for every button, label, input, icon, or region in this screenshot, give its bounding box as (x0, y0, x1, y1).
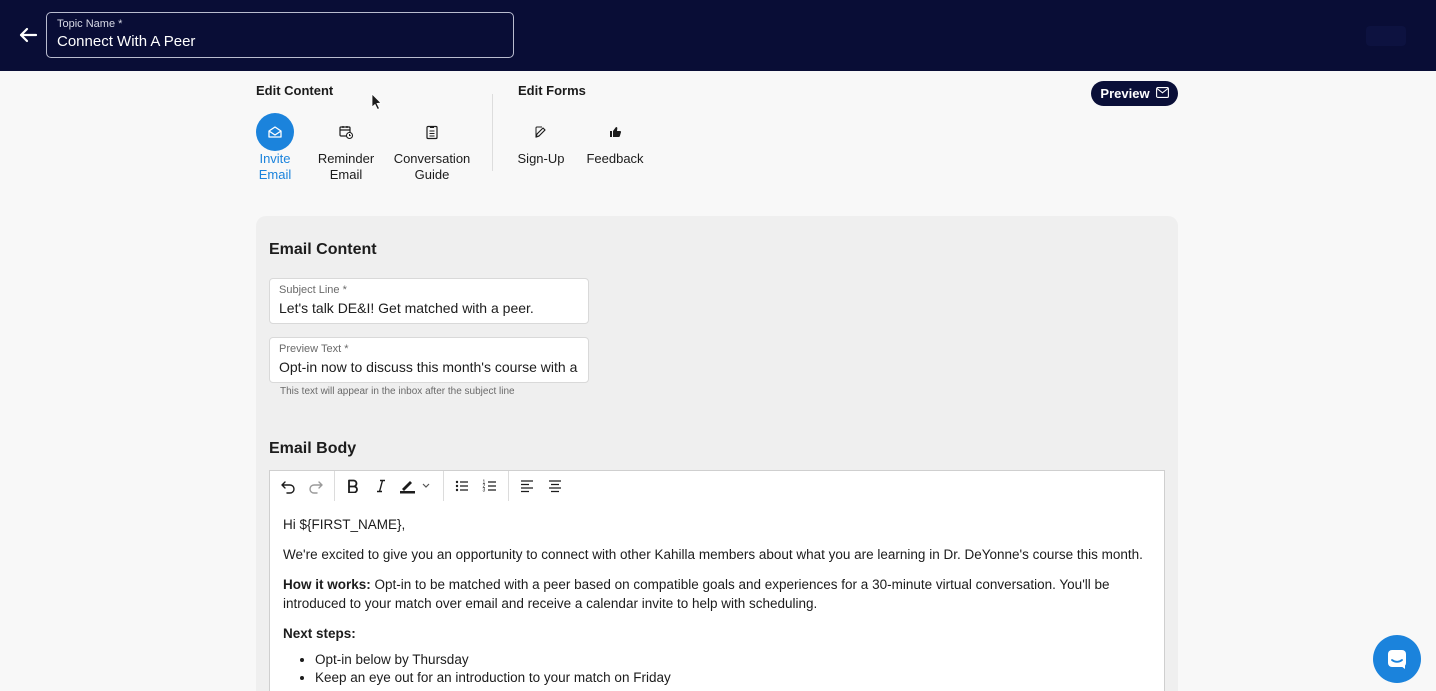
subject-line-value[interactable]: Let's talk DE&I! Get matched with a peer… (279, 300, 534, 316)
subject-line-field[interactable]: Subject Line * Let's talk DE&I! Get matc… (269, 278, 589, 324)
back-arrow-icon[interactable] (16, 22, 42, 48)
email-body-editor[interactable]: Hi ${FIRST_NAME}, We're excited to give … (269, 501, 1165, 691)
history-group (270, 471, 335, 501)
preview-button[interactable]: Preview (1091, 81, 1178, 106)
svg-text:3: 3 (483, 488, 486, 494)
greeting-text: Hi ${FIRST_NAME}, (283, 517, 406, 532)
tab-sign-up[interactable]: Sign-Up (514, 113, 568, 167)
highlight-color-icon[interactable] (397, 474, 437, 498)
email-content-title: Email Content (269, 241, 377, 258)
preview-text-value[interactable]: Opt-in now to discuss this month's cours… (279, 359, 577, 375)
list-item: Opt-in below by Thursday (315, 651, 1151, 669)
format-group (335, 471, 444, 501)
envelope-open-icon (256, 113, 294, 151)
how-it-works-label: How it works: (283, 577, 371, 592)
clipboard-icon (413, 113, 451, 151)
align-center-icon[interactable] (543, 474, 567, 498)
thumbs-up-icon (596, 113, 634, 151)
edit-forms-title: Edit Forms (518, 83, 586, 98)
next-steps-paragraph: Next steps: (283, 624, 1151, 643)
list-item: Keep an eye out for an introduction to y… (315, 669, 1151, 687)
bullet-list-icon[interactable] (450, 474, 474, 498)
tab-label: Email (329, 167, 363, 182)
how-it-works-paragraph: How it works: Opt-in to be matched with … (283, 575, 1151, 613)
italic-icon[interactable] (369, 474, 393, 498)
tab-invite-email[interactable]: Invite Email (252, 113, 298, 183)
preview-text-label: Preview Text * (279, 343, 349, 355)
tab-feedback[interactable]: Feedback (586, 113, 644, 167)
preview-text-helper: This text will appear in the inbox after… (280, 386, 515, 397)
intro-text: We're excited to give you an opportunity… (283, 547, 1143, 562)
tab-reminder-email[interactable]: Reminder Email (316, 113, 376, 183)
topic-name-field[interactable]: Topic Name * Connect With A Peer (46, 12, 514, 58)
preview-button-label: Preview (1100, 86, 1150, 101)
tab-label: Feedback (586, 151, 644, 166)
tab-label: Reminder (317, 151, 375, 166)
undo-icon[interactable] (276, 474, 300, 498)
numbered-list-icon[interactable]: 123 (478, 474, 502, 498)
edit-icon (522, 113, 560, 151)
tab-label: Guide (414, 167, 450, 182)
email-body-title: Email Body (269, 440, 357, 457)
redo-icon[interactable] (304, 474, 328, 498)
tab-label: Sign-Up (517, 151, 565, 166)
tab-label: Email (258, 167, 292, 182)
next-steps-list: Opt-in below by Thursday Keep an eye out… (315, 651, 1151, 687)
calendar-clock-icon (327, 113, 365, 151)
section-divider (492, 94, 493, 171)
bold-icon[interactable] (341, 474, 365, 498)
editor-toolbar: 123 (269, 470, 1165, 502)
align-group (509, 471, 573, 501)
next-steps-label: Next steps: (283, 626, 356, 641)
how-it-works-text: Opt-in to be matched with a peer based o… (283, 577, 1110, 611)
top-bar: Topic Name * Connect With A Peer (0, 0, 1436, 71)
align-left-icon[interactable] (515, 474, 539, 498)
topic-name-value[interactable]: Connect With A Peer (57, 33, 195, 50)
header-menu[interactable] (1366, 26, 1406, 46)
tab-conversation-guide[interactable]: Conversation Guide (393, 113, 471, 183)
preview-text-field[interactable]: Preview Text * Opt-in now to discuss thi… (269, 337, 589, 383)
mail-icon (1155, 86, 1169, 101)
chat-launcher-icon[interactable] (1373, 635, 1421, 683)
tab-label: Invite (259, 151, 291, 166)
list-group: 123 (444, 471, 509, 501)
edit-content-title: Edit Content (256, 83, 334, 98)
topic-name-label: Topic Name * (57, 18, 123, 30)
tab-label: Conversation (393, 151, 471, 166)
mouse-cursor-icon (371, 93, 383, 116)
subject-line-label: Subject Line * (279, 284, 347, 296)
